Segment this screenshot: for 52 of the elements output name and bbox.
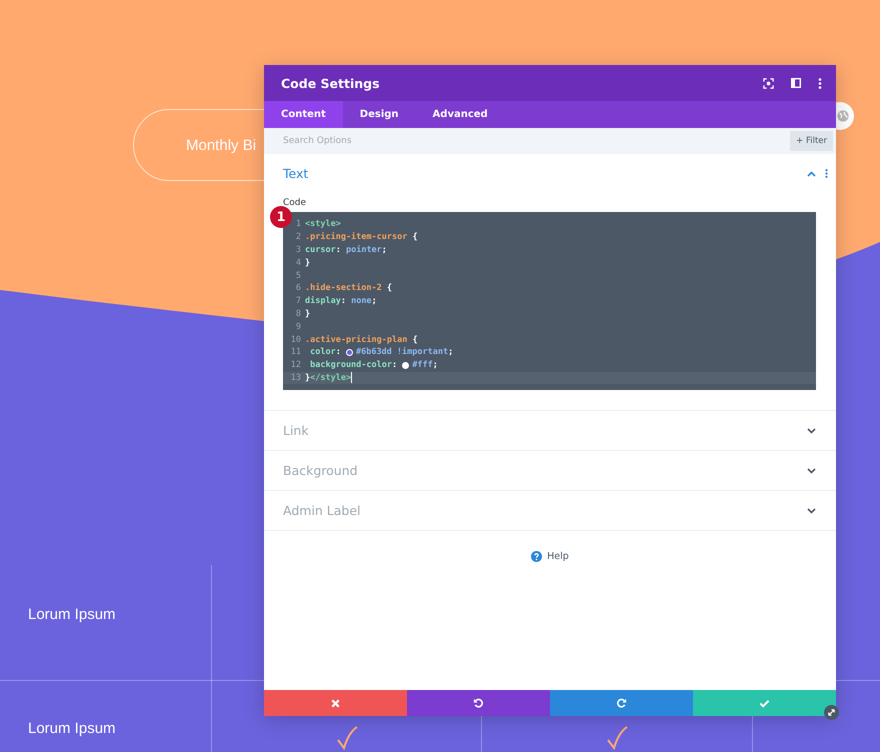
code-line: } <box>305 308 310 319</box>
code-line: } <box>305 258 310 268</box>
checkmark-icon <box>759 698 770 708</box>
line-number: 5 <box>294 270 302 281</box>
line-number: 13 <box>290 372 302 383</box>
save-button[interactable] <box>693 690 836 716</box>
expand-icon[interactable] <box>807 428 816 434</box>
field-label: Code <box>283 198 306 208</box>
tab[interactable]: Design <box>342 101 416 128</box>
code-line: }</style> <box>305 372 352 384</box>
row-label: Lorum Ipsum <box>28 606 116 623</box>
help-link[interactable]: Help <box>547 551 569 562</box>
close-icon <box>330 698 341 708</box>
line-number: 11 <box>290 347 302 358</box>
code-line: display: none; <box>305 296 377 306</box>
line-number: 2 <box>294 232 302 242</box>
code-line: color: #6b63dd !important; <box>309 347 454 358</box>
step-badge: 1 <box>270 206 292 228</box>
code-line: cursor: pointer; <box>305 244 387 255</box>
code-line: .hide-section-2 { <box>305 283 392 294</box>
more-icon[interactable] <box>818 78 822 88</box>
sidebar-icon[interactable] <box>791 78 801 88</box>
expand-icon[interactable] <box>807 468 816 474</box>
help-icon[interactable] <box>531 551 542 562</box>
line-number: 4 <box>294 258 302 268</box>
line-number: 6 <box>294 283 302 294</box>
filter-button[interactable]: + Filter <box>790 131 833 151</box>
more-icon[interactable] <box>825 169 828 178</box>
row-label: Lorum Ipsum <box>28 720 116 737</box>
fullscreen-icon[interactable] <box>763 78 774 88</box>
code-line: <style> <box>305 219 341 230</box>
tab[interactable]: Content <box>264 101 343 128</box>
undo-icon <box>473 698 484 708</box>
line-number: 12 <box>290 360 302 370</box>
line-number: 10 <box>290 334 302 345</box>
line-number: 1 <box>294 219 302 230</box>
search-field[interactable]: Search Options <box>283 136 483 146</box>
modal-title: Code Settings <box>281 76 380 90</box>
line-number: 8 <box>294 308 302 319</box>
collapse-icon[interactable] <box>807 170 816 176</box>
line-number: 3 <box>294 244 302 255</box>
redo-icon <box>616 698 627 708</box>
code-line: .active-pricing-plan { <box>305 334 418 345</box>
checkmark-icon <box>606 726 628 750</box>
expand-icon[interactable] <box>807 508 816 514</box>
line-number: 7 <box>294 296 302 306</box>
section-title[interactable]: Text <box>283 166 308 181</box>
line-number: 9 <box>294 322 302 332</box>
checkmark-icon <box>336 726 358 750</box>
code-line: background-color: #fff; <box>309 360 438 370</box>
code-line: .pricing-item-cursor { <box>305 232 418 242</box>
tab[interactable]: Advanced <box>416 101 505 128</box>
